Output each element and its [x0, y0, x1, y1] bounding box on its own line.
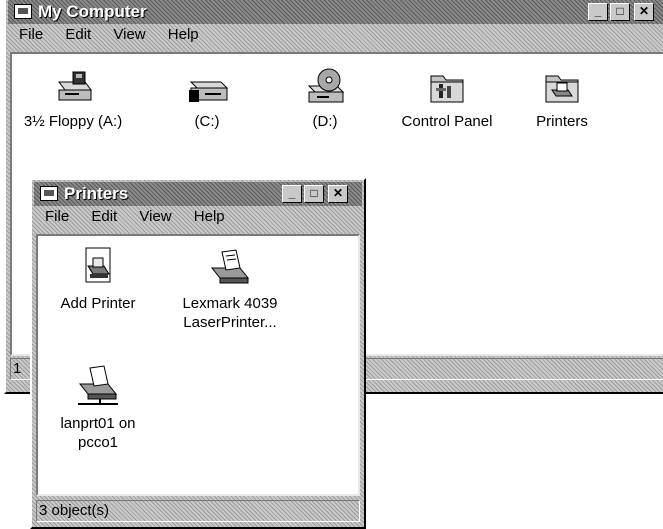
- printers-menubar: File Edit View Help: [36, 208, 234, 230]
- control-panel-folder-icon: [427, 68, 467, 106]
- printers-titlebar[interactable]: Printers _ □ ✕: [34, 182, 362, 206]
- printers-statusbar: 3 object(s): [36, 500, 360, 522]
- c-drive-item[interactable]: (C:): [172, 68, 242, 131]
- network-printer-icon: [74, 364, 122, 408]
- d-drive-item[interactable]: (D:): [290, 68, 360, 131]
- printers-menu-view[interactable]: View: [139, 208, 171, 225]
- my-computer-title: My Computer: [38, 2, 147, 21]
- menu-help[interactable]: Help: [168, 26, 199, 43]
- computer-icon: [14, 4, 32, 19]
- lanprt01-printer-item[interactable]: lanprt01 on pcco1: [48, 364, 148, 452]
- lexmark-printer-label-2: LaserPrinter...: [183, 314, 277, 331]
- printers-status-text: 3 object(s): [39, 502, 110, 519]
- floppy-drive-label: 3½ Floppy (A:): [23, 113, 123, 130]
- floppy-drive-item[interactable]: 3½ Floppy (A:): [18, 68, 128, 131]
- floppy-drive-icon: [53, 68, 93, 106]
- minimize-button[interactable]: _: [588, 3, 608, 21]
- my-computer-titlebar[interactable]: My Computer _ □ ✕: [8, 0, 663, 24]
- my-computer-status-text: 1: [13, 360, 22, 377]
- printers-menu-edit[interactable]: Edit: [91, 208, 117, 225]
- my-computer-menubar: File Edit View Help: [10, 26, 208, 48]
- hard-drive-icon: [185, 68, 229, 106]
- menu-view[interactable]: View: [113, 26, 145, 43]
- printers-maximize-button[interactable]: □: [304, 185, 324, 203]
- close-button[interactable]: ✕: [634, 3, 654, 21]
- printers-title: Printers: [64, 184, 129, 203]
- lexmark-printer-label-1: Lexmark 4039: [182, 295, 278, 312]
- cd-drive-icon: [303, 68, 347, 106]
- printers-folder-label: Printers: [536, 113, 588, 130]
- printers-menu-file[interactable]: File: [45, 208, 69, 225]
- c-drive-label: (C:): [194, 113, 220, 130]
- printer-folder-icon: [40, 186, 58, 201]
- printers-content: Add Printer Lexmark 4039 LaserPrinter...: [36, 234, 360, 496]
- add-printer-label: Add Printer: [60, 295, 136, 312]
- d-drive-label: (D:): [312, 113, 338, 130]
- printers-window: Printers _ □ ✕ File Edit View Help Add P…: [30, 178, 366, 529]
- printer-icon: [206, 246, 254, 288]
- maximize-button[interactable]: □: [610, 3, 630, 21]
- control-panel-label: Control Panel: [401, 113, 493, 130]
- lexmark-printer-item[interactable]: Lexmark 4039 LaserPrinter...: [168, 246, 292, 332]
- printers-menu-help[interactable]: Help: [194, 208, 225, 225]
- menu-file[interactable]: File: [19, 26, 43, 43]
- printers-minimize-button[interactable]: _: [282, 185, 302, 203]
- printers-folder-icon: [542, 68, 582, 106]
- lanprt01-printer-label-1: lanprt01 on: [60, 415, 136, 432]
- menu-edit[interactable]: Edit: [65, 26, 91, 43]
- printers-close-button[interactable]: ✕: [328, 185, 348, 203]
- add-printer-icon: [78, 246, 118, 288]
- add-printer-item[interactable]: Add Printer: [48, 246, 148, 313]
- printers-folder-item[interactable]: Printers: [524, 68, 600, 131]
- lanprt01-printer-label-2: pcco1: [77, 434, 119, 451]
- control-panel-item[interactable]: Control Panel: [388, 68, 506, 131]
